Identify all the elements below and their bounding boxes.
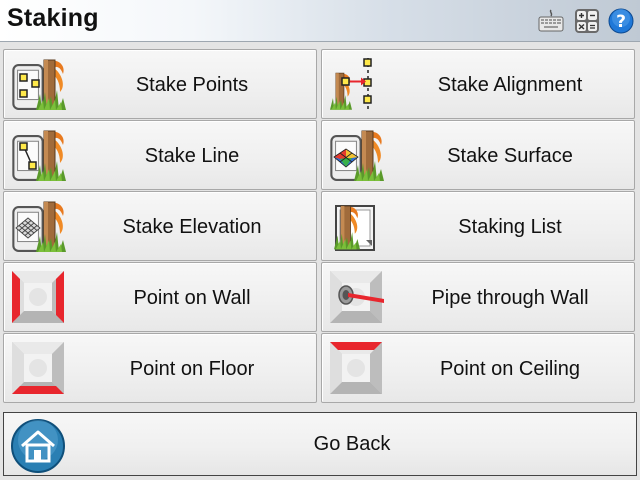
stake-points-icon: [12, 59, 66, 110]
point-on-ceiling-icon: [330, 342, 382, 394]
stake-alignment-button[interactable]: Stake Alignment: [321, 49, 635, 119]
stake-surface-label: Stake Surface: [447, 145, 573, 167]
point-on-floor-icon: [12, 342, 64, 394]
point-on-wall-label: Point on Wall: [133, 287, 251, 309]
stake-line-label: Stake Line: [144, 145, 240, 167]
pipe-through-wall-label: Pipe through Wall: [431, 287, 589, 309]
stake-points-label: Stake Points: [135, 74, 249, 96]
go-back-label: Go Back: [313, 433, 391, 455]
stake-alignment-icon: [330, 58, 372, 110]
stake-line-button[interactable]: Stake Line: [3, 120, 317, 190]
point-on-floor-button[interactable]: Point on Floor: [3, 333, 317, 403]
stake-surface-icon: [330, 130, 384, 181]
point-on-wall-icon: [12, 271, 64, 323]
staking-menu-grid: Stake Points Stake Alignment Stake Line: [3, 49, 637, 405]
stake-points-button[interactable]: Stake Points: [3, 49, 317, 119]
point-on-floor-label: Point on Floor: [129, 358, 255, 380]
home-icon: [11, 419, 65, 473]
help-icon[interactable]: ?: [608, 8, 634, 34]
calculator-icon[interactable]: [574, 8, 600, 34]
stake-elevation-label: Stake Elevation: [122, 216, 262, 238]
keyboard-icon[interactable]: [538, 8, 564, 34]
staking-list-icon: [334, 205, 375, 251]
staking-list-label: Staking List: [458, 216, 562, 238]
stake-elevation-button[interactable]: Stake Elevation: [3, 191, 317, 261]
stake-alignment-label: Stake Alignment: [437, 74, 583, 96]
point-on-wall-button[interactable]: Point on Wall: [3, 262, 317, 332]
stake-line-icon: [12, 130, 66, 181]
stake-elevation-icon: [12, 201, 66, 252]
help-glyph: ?: [616, 12, 626, 32]
page-title: Staking: [7, 4, 99, 32]
pipe-through-wall-button[interactable]: Pipe through Wall: [321, 262, 635, 332]
staking-list-button[interactable]: Staking List: [321, 191, 635, 261]
point-on-ceiling-label: Point on Ceiling: [439, 358, 581, 380]
pipe-through-wall-icon: [330, 271, 384, 323]
go-back-button[interactable]: Go Back: [3, 412, 637, 476]
point-on-ceiling-button[interactable]: Point on Ceiling: [321, 333, 635, 403]
title-bar: Staking ?: [0, 0, 640, 42]
stake-surface-button[interactable]: Stake Surface: [321, 120, 635, 190]
